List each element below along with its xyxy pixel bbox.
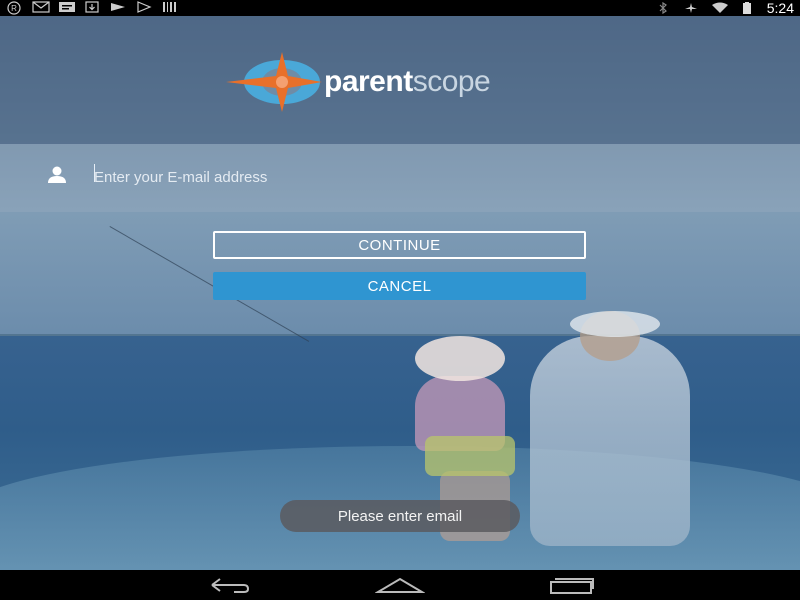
wifi-icon (711, 2, 728, 14)
toast-message: Please enter email (280, 500, 520, 532)
girl-hat (415, 336, 505, 381)
home-icon[interactable] (374, 575, 426, 595)
continue-button[interactable]: CONTINUE (213, 231, 586, 259)
brand-wordmark: parentscope (324, 65, 491, 99)
back-icon[interactable] (204, 575, 254, 595)
cancel-button[interactable]: CANCEL (213, 272, 586, 300)
clock: 5:24 (766, 0, 794, 16)
svg-text:R: R (11, 4, 17, 13)
barcode-icon (162, 1, 178, 13)
email-input[interactable] (94, 162, 774, 192)
airplane-icon (683, 2, 699, 14)
nav-bar (0, 570, 800, 600)
text-cursor (94, 164, 95, 182)
compass-star-icon (226, 52, 322, 112)
bluetooth-icon (655, 1, 671, 15)
battery-icon (739, 2, 755, 14)
recent-apps-icon[interactable] (547, 575, 597, 595)
app-logo: parentscope (226, 52, 491, 112)
registered-icon: R (6, 1, 22, 15)
download-icon (84, 1, 100, 13)
email-row (0, 144, 800, 212)
cast-icon (110, 1, 126, 13)
brand-light: scope (412, 65, 491, 98)
user-icon (46, 166, 68, 184)
brand-bold: parent (324, 65, 413, 98)
play-store-icon (136, 1, 152, 13)
man-figure (530, 336, 690, 546)
status-bar: R 5:24 (0, 0, 800, 16)
girl-skirt (425, 436, 515, 476)
gmail-icon (32, 1, 50, 13)
message-icon (58, 1, 75, 13)
man-hat (570, 311, 660, 337)
